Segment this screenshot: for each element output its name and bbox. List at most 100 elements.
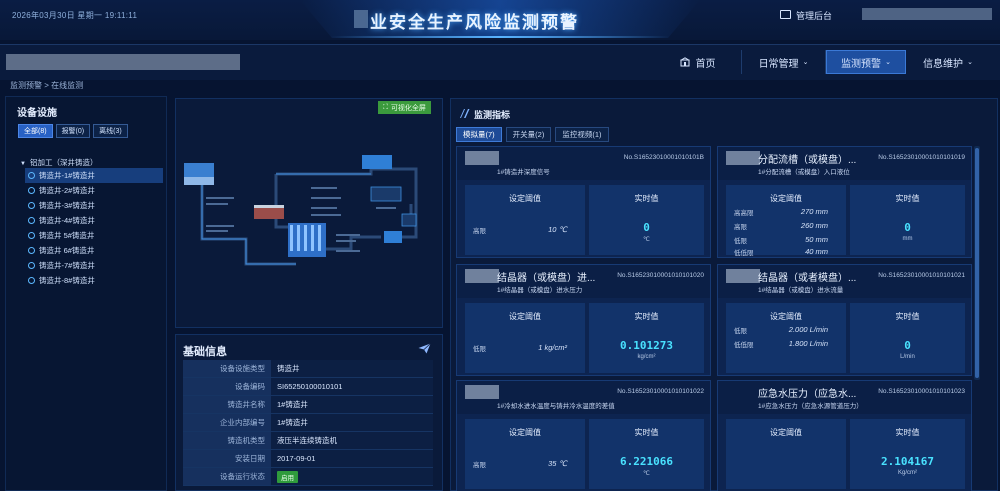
device-panel-title: 设备设施 [17,108,57,119]
tree-item[interactable]: 铸造井 6#铸造井 [25,243,163,258]
filter-all[interactable]: 全部(8) [18,124,53,138]
metric-code: No.S16523010001010101022 [617,388,704,395]
nav-home-label: 首页 [695,58,716,70]
scrollbar-thumb[interactable] [975,148,979,378]
threshold-label: 设定阈值 [509,312,541,321]
tree-item[interactable]: 铸造井-1#铸造井 [25,168,163,183]
filter-offline[interactable]: 离线(3) [93,124,128,138]
realtime-unit: Kg/cm² [897,470,917,476]
metric-card[interactable]: No.S16523010001010101022 1#冷却水进水温度与铸井冷水温度… [456,380,711,491]
realtime-unit: ℃ [643,237,650,243]
tree-item-label: 铸造井-2#铸造井 [39,186,95,195]
metric-card[interactable]: No.S16523010001010101B 1#铸造井深度信号 设定阈值 高限 10 … [456,146,711,258]
send-icon[interactable] [418,343,431,354]
tree-item[interactable]: 铸造井-3#铸造井 [25,198,163,213]
realtime-label: 实时值 [895,194,920,203]
info-key: 设备设施类型 [183,360,271,377]
tree-item[interactable]: 铸造井-2#铸造井 [25,183,163,198]
nav-info-maintenance[interactable]: 信息维护 ⌄ [906,50,990,74]
tank-mid [254,207,284,219]
metric-name: 结晶器（或模盘）进... [497,273,596,284]
metric-card[interactable]: 分配流槽（或模盘）... No.S16523010001010101019 1#分配… [717,146,972,258]
device-tree: 铸造井-1#铸造井 铸造井-2#铸造井 铸造井-3#铸造井 铸造井-4#铸造井 … [25,168,163,288]
tank-top-right [362,155,392,169]
info-value: 启用 [271,468,433,485]
info-key: 企业内部编号 [183,414,271,431]
metric-subtitle: 1#结晶器（或模盘）进水流量 [758,287,844,294]
metric-code: No.S16523010001010101021 [878,272,965,279]
realtime-unit: kg/cm² [637,354,656,360]
threshold-row: 高限 260 mm [734,221,834,231]
threshold-value: 1.800 L/min [788,339,828,348]
realtime-label: 实时值 [634,312,659,321]
threshold-row: 高限 10 ℃ [473,225,573,235]
threshold-box: 设定阈值 低限 2.000 L/min 低低限 1.800 L/min [726,303,846,373]
nav-daily-label: 日常管理 [758,58,799,70]
realtime-label: 实时值 [895,312,920,321]
realtime-value: 0 [904,221,911,234]
threshold-key: 高限 [734,224,747,231]
sensor-image-mask [726,151,760,165]
metric-card[interactable]: 应急水压力（应急水... No.S16523010001010101023 1#应急… [717,380,972,491]
fullscreen-icon: ⛶ [383,103,388,111]
threshold-key: 低限 [734,238,747,245]
base-info-title: 基础信息 [183,346,227,358]
sensor-image-mask [465,385,499,399]
admin-link[interactable]: 管理后台 [796,9,832,22]
chevron-down-icon: ⌄ [885,59,891,66]
device-status-icon [28,172,35,179]
user-name-mask[interactable] [862,8,992,20]
nav-monitoring-label: 监测预警 [841,58,882,70]
fullscreen-button[interactable]: ⛶ 可视化全屏 [378,101,431,114]
info-value: 2017-09-01 [271,450,433,467]
metric-card[interactable]: 结晶器（或者模盘）... No.S16523010001010101021 1#结晶… [717,264,972,376]
threshold-value: 1 kg/cm² [538,343,567,352]
tree-item-label: 铸造井-8#铸造井 [39,276,95,285]
metric-code: No.S16523010001010101020 [617,272,704,279]
filter-alarm[interactable]: 报警(0) [55,124,91,138]
tree-root[interactable]: ▼ 铝加工（深井铸造） [20,157,97,168]
tree-item[interactable]: 铸造井 5#铸造井 [25,228,163,243]
metric-code: No.S16523010001010101023 [878,388,965,395]
realtime-box: 实时值 0 L/min [850,303,965,373]
tab-analog[interactable]: 模拟量(7) [456,127,502,142]
threshold-label: 设定阈值 [770,312,802,321]
monitor-icon[interactable] [780,10,791,19]
realtime-label: 实时值 [895,428,920,437]
threshold-row: 低低限 40 mm [734,247,834,257]
info-row: 设备运行状态 启用 [183,468,433,486]
threshold-label: 设定阈值 [509,194,541,203]
tree-item[interactable]: 铸造井-7#铸造井 [25,258,163,273]
info-row: 设备编码 SI65250100010101 [183,378,433,396]
tree-item[interactable]: 铸造井-4#铸造井 [25,213,163,228]
metric-name: 应急水压力（应急水... [758,389,857,400]
tab-video[interactable]: 监控视频(1) [555,127,609,142]
threshold-label: 设定阈值 [770,428,802,437]
threshold-key: 高限 [473,462,486,469]
threshold-label: 设定阈值 [770,194,802,203]
metric-subtitle: 1#结晶器（或模盘）进水压力 [497,287,583,294]
process-flow-diagram[interactable] [176,99,444,329]
tab-switch[interactable]: 开关量(2) [505,127,552,142]
realtime-value: 0 [904,339,911,352]
caret-down-icon: ▼ [20,161,26,167]
tree-item[interactable]: 铸造井-8#铸造井 [25,273,163,288]
device-status-icon [28,247,35,254]
threshold-value: 40 mm [805,247,828,256]
home-icon [679,57,690,67]
nav-daily-management[interactable]: 日常管理 ⌄ [742,50,826,74]
nav-home[interactable]: 首页 [654,50,742,74]
tank-left [184,163,214,177]
nav-monitoring[interactable]: 监测预警 ⌄ [826,50,906,74]
chevron-down-icon: ⌄ [802,59,809,66]
tree-item-label: 铸造井-7#铸造井 [39,261,95,270]
metric-subtitle: 1#应急水压力（应急水源管道压力） [758,403,863,410]
realtime-value: 6.221066 [620,455,673,468]
info-value: 1#铸造井 [271,414,433,431]
info-row: 企业内部编号 1#铸造井 [183,414,433,432]
device-filters: 全部(8) 报警(0) 离线(3) [18,124,128,138]
fullscreen-label: 可视化全屏 [390,104,426,112]
info-value: 铸造井 [271,360,433,377]
info-row: 铸造机类型 液压半连续铸造机 [183,432,433,450]
metric-card[interactable]: 结晶器（或模盘）进... No.S16523010001010101020 1#结晶… [456,264,711,376]
